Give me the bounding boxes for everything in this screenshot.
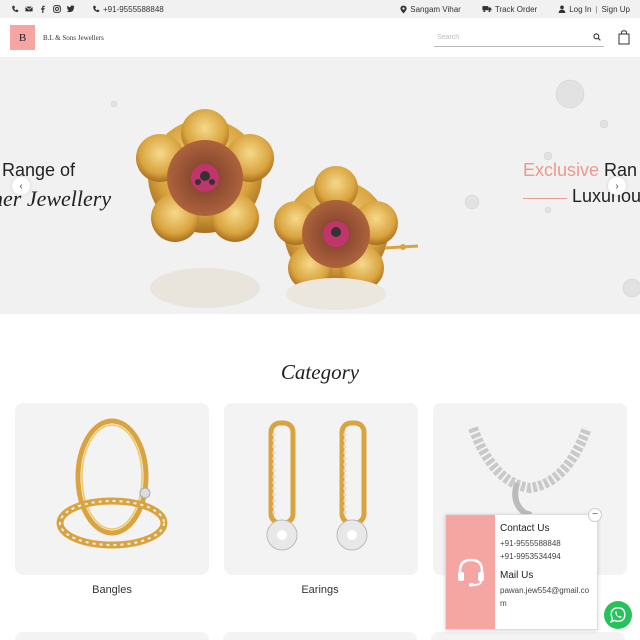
hero-left-line1: Range of <box>2 160 76 180</box>
category-label-bangles[interactable]: Bangles <box>15 584 209 596</box>
logo-mark: B <box>10 25 35 50</box>
location-pin-icon <box>400 5 407 13</box>
mail-icon[interactable] <box>24 5 33 14</box>
slider-next-button[interactable]: › <box>608 177 626 195</box>
headset-icon <box>457 558 484 587</box>
top-bar: +91-9555588848 Sangam Vihar Track Order … <box>0 0 640 18</box>
contact-widget: Contact Us +91-9555588848 +91-9953534494… <box>445 514 598 630</box>
topbar-phone[interactable]: +91-9555588848 <box>92 5 164 14</box>
track-order-text: Track Order <box>494 4 538 14</box>
earings-image <box>266 420 368 551</box>
login-link[interactable]: Log In <box>569 5 591 14</box>
category-card-bangles[interactable] <box>15 403 209 575</box>
shopping-bag-icon[interactable] <box>618 30 630 45</box>
hero-right-accent: Exclusive <box>523 160 600 180</box>
topbar-phone-text: +91-9555588848 <box>103 4 164 14</box>
chevron-right-icon: › <box>615 180 619 192</box>
right-earring <box>274 166 419 290</box>
site-header: B B.L & Sons Jewellers <box>0 18 640 58</box>
instagram-icon[interactable] <box>52 5 61 14</box>
category-title: Category <box>280 360 360 384</box>
phone-icon <box>93 5 100 12</box>
whatsapp-icon <box>609 607 626 624</box>
contact-phone-1[interactable]: +91-9555588848 <box>500 537 592 550</box>
search-bar <box>434 29 604 47</box>
category-card-row2-2[interactable] <box>223 632 417 640</box>
location-link[interactable]: Sangam Vihar <box>400 5 461 14</box>
account-separator: | <box>595 4 598 14</box>
phone-icon[interactable] <box>10 5 19 14</box>
chevron-left-icon: ‹ <box>19 180 23 192</box>
slider-prev-button[interactable]: ‹ <box>12 177 30 195</box>
mail-title: Mail Us <box>500 570 534 581</box>
contact-title: Contact Us <box>500 523 550 534</box>
bangles-image <box>56 418 168 549</box>
twitter-icon[interactable] <box>66 5 75 14</box>
left-earring <box>136 109 274 242</box>
whatsapp-button[interactable] <box>604 601 632 629</box>
contact-email[interactable]: pawan.jew554@gmail.com <box>500 584 592 610</box>
category-card-earings[interactable] <box>224 403 418 575</box>
brand-logo[interactable]: B B.L & Sons Jewellers <box>10 25 104 50</box>
hero-right-line2: Luxuriou <box>572 186 640 206</box>
truck-icon <box>482 6 492 13</box>
facebook-icon[interactable] <box>38 5 47 14</box>
category-card-row2-1[interactable] <box>15 632 209 640</box>
category-card-row2-3[interactable] <box>431 632 625 640</box>
user-icon <box>558 5 566 13</box>
contact-widget-side <box>446 515 495 629</box>
location-text: Sangam Vihar <box>410 4 461 14</box>
header-actions <box>434 29 630 47</box>
contact-close-button[interactable]: − <box>588 508 602 522</box>
contact-info: Contact Us +91-9555588848 +91-9953534494… <box>495 515 597 629</box>
account-links: Log In | Sign Up <box>558 5 630 14</box>
search-input[interactable] <box>437 33 577 41</box>
search-icon[interactable] <box>593 33 601 41</box>
signup-link[interactable]: Sign Up <box>602 5 630 14</box>
category-label-earings[interactable]: Earings <box>223 584 417 596</box>
track-order-link[interactable]: Track Order <box>482 5 537 14</box>
social-links: +91-9555588848 <box>10 5 164 14</box>
minus-icon: − <box>592 509 598 520</box>
contact-phone-2[interactable]: +91-9953534494 <box>500 550 592 563</box>
hero-slider: Range of her Jewellery Exclusive Ran Lux… <box>0 58 640 314</box>
topbar-links: Sangam Vihar Track Order Log In | Sign U… <box>384 5 630 14</box>
hero-divider-line <box>523 198 567 199</box>
brand-name: B.L & Sons Jewellers <box>43 33 104 42</box>
